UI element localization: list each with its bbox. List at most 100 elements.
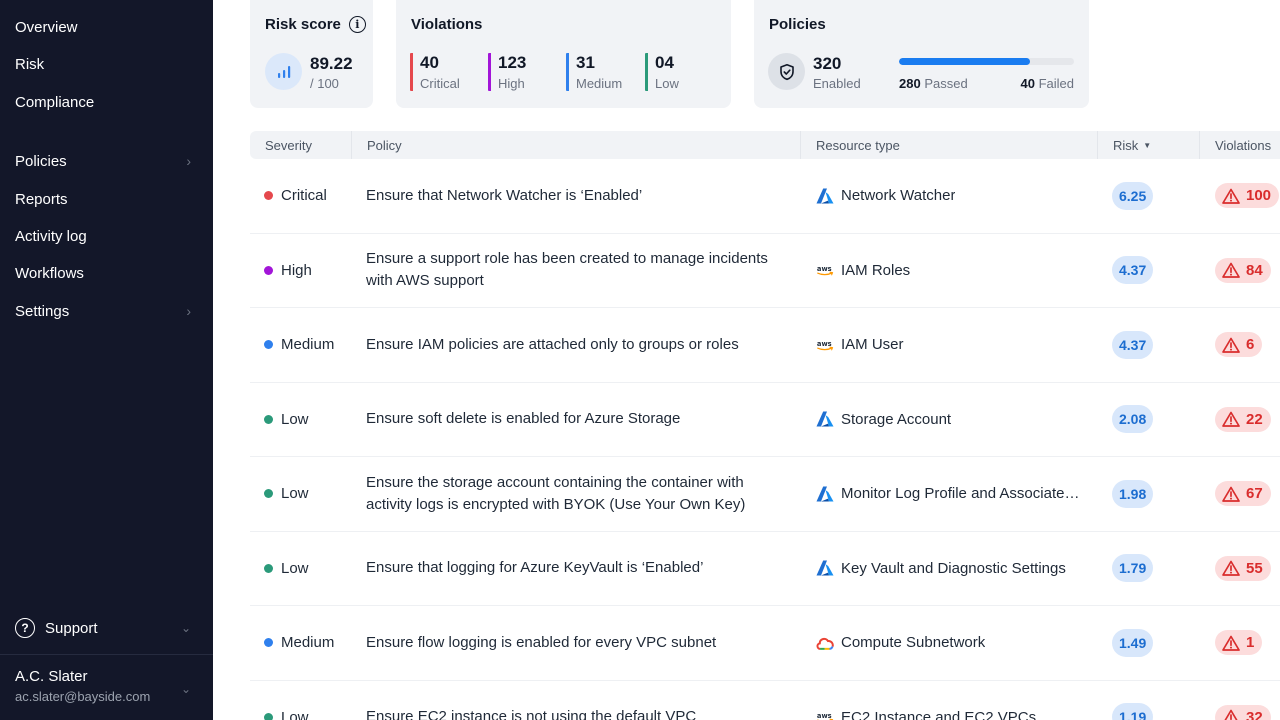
nav-item-activity-log[interactable]: Activity log: [15, 224, 191, 248]
violations-count: 32: [1246, 708, 1263, 720]
violation-label: High: [498, 76, 525, 91]
table-row[interactable]: Medium Ensure flow logging is enabled for…: [250, 606, 1280, 681]
warning-icon: [1222, 486, 1246, 502]
policy-name[interactable]: Ensure soft delete is enabled for Azure …: [366, 408, 786, 430]
table-row[interactable]: Low Ensure the storage account containing…: [250, 457, 1280, 532]
warning-icon: [1222, 411, 1246, 428]
risk-score-card: Risk score i 89.22 / 100: [250, 0, 373, 108]
policy-name[interactable]: Ensure EC2 instance is not using the def…: [366, 706, 786, 720]
violation-count-high[interactable]: 123 High: [488, 53, 526, 91]
resource-type: Network Watcher: [841, 187, 956, 205]
policy-name[interactable]: Ensure that logging for Azure KeyVault i…: [366, 557, 786, 579]
table-row[interactable]: Low Ensure soft delete is enabled for Azu…: [250, 383, 1280, 457]
violations-count: 22: [1246, 410, 1263, 428]
progress-fill: [899, 58, 1031, 65]
column-header-policy[interactable]: Policy: [351, 131, 801, 159]
severity-label: Low: [281, 559, 309, 577]
policy-name[interactable]: Ensure the storage account containing th…: [366, 472, 786, 516]
column-header-risk[interactable]: Risk ▼: [1097, 131, 1200, 159]
info-icon[interactable]: i: [348, 16, 366, 33]
policy-name[interactable]: Ensure flow logging is enabled for every…: [366, 632, 786, 654]
table-row[interactable]: Low Ensure that logging for Azure KeyVaul…: [250, 532, 1280, 606]
policy-name[interactable]: Ensure a support role has been created t…: [366, 248, 786, 292]
violations-cell: 55: [1215, 532, 1271, 606]
risk-score-value: 89.22: [310, 54, 353, 73]
user-menu[interactable]: A.C. Slater ac.slater@bayside.com ⌄: [15, 668, 191, 704]
severity-dot: [264, 340, 273, 350]
nav-label: Compliance: [15, 93, 95, 111]
violations-card: Violations 40 Critical 123 High 31 Mediu…: [396, 0, 731, 108]
table-row[interactable]: Low Ensure EC2 instance is not using the …: [250, 681, 1280, 720]
policy-cell: Ensure IAM policies are attached only to…: [366, 308, 786, 382]
sort-desc-icon: ▼: [1143, 140, 1152, 150]
risk-score-title: Risk score: [265, 16, 341, 33]
passed-label: Passed: [924, 76, 968, 91]
aws-icon: aws: [816, 261, 834, 279]
violations-count: 67: [1246, 485, 1263, 503]
severity-cell: Critical: [264, 159, 327, 233]
column-header-resource-type[interactable]: Resource type: [800, 131, 1097, 159]
column-label: Risk: [1113, 137, 1139, 153]
policy-name[interactable]: Ensure that Network Watcher is ‘Enabled’: [366, 185, 786, 207]
severity-label: Medium: [281, 634, 335, 652]
violation-label: Medium: [576, 76, 623, 91]
aws-icon: aws: [816, 708, 834, 720]
column-header-violations[interactable]: Violations: [1199, 131, 1280, 159]
failed-label: Failed: [1038, 76, 1074, 91]
policy-cell: Ensure the storage account containing th…: [366, 457, 786, 531]
nav-label: Settings: [15, 302, 70, 320]
table-row[interactable]: High Ensure a support role has been creat…: [250, 234, 1280, 308]
violations-badge[interactable]: 84: [1215, 257, 1271, 283]
card-title: Risk score i: [265, 16, 366, 33]
column-label: Violations: [1215, 137, 1272, 153]
risk-score-denominator: / 100: [310, 76, 339, 91]
violations-badge[interactable]: 32: [1215, 704, 1271, 720]
nav-item-reports[interactable]: Reports: [15, 187, 191, 211]
nav-item-compliance[interactable]: Compliance: [15, 90, 191, 114]
violations-badge[interactable]: 67: [1215, 481, 1271, 507]
violations-cell: 100: [1215, 159, 1280, 233]
chevron-down-icon: ⌄: [180, 682, 191, 696]
chevron-down-icon: ⌄: [180, 621, 191, 635]
nav-item-policies[interactable]: Policies ›: [15, 149, 191, 173]
policy-name[interactable]: Ensure IAM policies are attached only to…: [366, 334, 786, 356]
support-menu[interactable]: ? Support ⌄: [15, 616, 191, 640]
azure-icon: [816, 187, 834, 205]
risk-badge: 4.37: [1112, 256, 1154, 285]
policies-passed: 280 Passed: [899, 76, 968, 91]
violations-count: 1: [1246, 634, 1255, 652]
warning-icon: [1222, 560, 1246, 577]
violations-badge[interactable]: 6: [1215, 332, 1263, 358]
risk-cell: 4.37: [1112, 234, 1154, 308]
table-row[interactable]: Critical Ensure that Network Watcher is ‘…: [250, 159, 1280, 234]
risk-badge: 6.25: [1112, 181, 1154, 210]
policy-cell: Ensure a support role has been created t…: [366, 234, 786, 308]
severity-cell: Medium: [264, 308, 334, 382]
risk-cell: 4.37: [1112, 308, 1154, 382]
violation-count-low[interactable]: 04 Low: [645, 53, 679, 91]
violations-cell: 22: [1215, 383, 1271, 457]
severity-cell: Low: [264, 383, 309, 457]
column-header-severity[interactable]: Severity: [250, 131, 352, 159]
violations-cell: 32: [1215, 681, 1271, 720]
table-row[interactable]: Medium Ensure IAM policies are attached o…: [250, 308, 1280, 383]
violations-badge[interactable]: 1: [1215, 630, 1263, 656]
user-email: ac.slater@bayside.com: [15, 689, 151, 704]
svg-text:aws: aws: [817, 340, 832, 348]
violation-count-critical[interactable]: 40 Critical: [410, 53, 460, 91]
violations-badge[interactable]: 22: [1215, 406, 1271, 432]
nav-item-risk[interactable]: Risk: [15, 52, 191, 76]
user-name: A.C. Slater: [15, 668, 88, 685]
nav-item-overview[interactable]: Overview: [15, 15, 191, 39]
nav-item-settings[interactable]: Settings ›: [15, 299, 191, 323]
violations-badge[interactable]: 55: [1215, 555, 1271, 581]
violations-count: 100: [1246, 187, 1272, 205]
resource-cell: aws IAM Roles: [816, 234, 910, 308]
violations-badge[interactable]: 100: [1215, 183, 1280, 209]
risk-badge: 1.79: [1112, 554, 1154, 583]
azure-icon: [816, 485, 834, 503]
violation-count-medium[interactable]: 31 Medium: [566, 53, 622, 91]
resource-type: Storage Account: [841, 410, 952, 428]
nav-item-workflows[interactable]: Workflows: [15, 261, 191, 285]
policies-enabled-label: Enabled: [813, 76, 861, 91]
